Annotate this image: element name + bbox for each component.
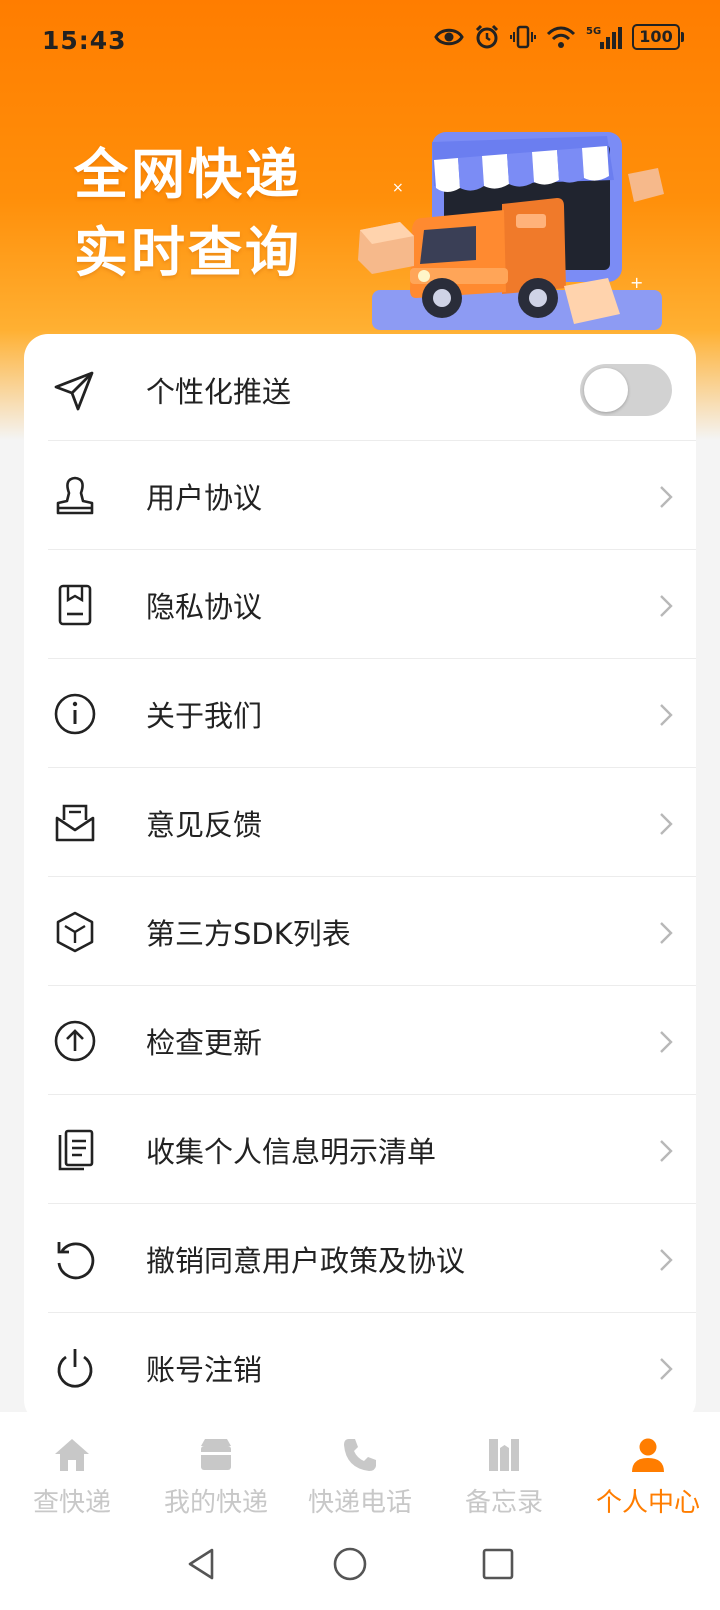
menu-item-label: 意见反馈	[146, 808, 263, 842]
menu-item-label: 关于我们	[146, 699, 263, 733]
menu-item-label: 检查更新	[146, 1026, 263, 1060]
recents-square-icon[interactable]	[478, 1544, 518, 1584]
back-triangle-icon[interactable]	[182, 1544, 222, 1584]
chevron-right-icon	[660, 595, 673, 617]
home-circle-icon[interactable]	[330, 1544, 370, 1584]
user-stamp-icon	[56, 476, 94, 515]
tab-label: 查快递	[32, 1488, 111, 1518]
push-toggle[interactable]	[580, 364, 672, 416]
chevron-right-icon	[660, 1140, 673, 1162]
tab-query-express[interactable]: 查快递	[0, 1412, 144, 1522]
feedback-mail-icon	[55, 804, 95, 842]
menu-item-revoke-consent[interactable]: 撤销同意用户政策及协议	[48, 1203, 696, 1315]
push-row: 个性化推送	[48, 334, 696, 446]
menu-item-sdk-list[interactable]: 第三方SDK列表	[48, 876, 696, 988]
memo-icon	[489, 1439, 519, 1471]
cube-icon	[56, 911, 94, 953]
tab-label: 快递电话	[307, 1488, 412, 1518]
upload-circle-icon	[54, 1020, 96, 1062]
phone-icon	[344, 1439, 376, 1471]
svg-text:×: ×	[392, 180, 404, 196]
menu-item-about[interactable]: 关于我们	[48, 658, 696, 770]
menu-item-info-list[interactable]: 收集个人信息明示清单	[48, 1094, 696, 1206]
chevron-right-icon	[660, 1249, 673, 1271]
tab-express-phone[interactable]: 快递电话	[288, 1412, 432, 1522]
toggle-knob	[584, 368, 628, 412]
home-icon	[55, 1439, 89, 1471]
alarm-icon	[475, 24, 499, 49]
signal-5g-icon: 5G	[586, 26, 622, 49]
bottom-tab-bar: 查快递 我的快递 快递电话 备忘录 个人中心	[0, 1412, 720, 1522]
chevron-right-icon	[660, 922, 673, 944]
package-icon	[201, 1439, 231, 1470]
chevron-right-icon	[660, 1358, 673, 1380]
paper-plane-icon	[54, 371, 94, 411]
menu-item-label: 用户协议	[146, 481, 263, 515]
settings-card: 个性化推送 用户协议 隐私协议 关于我们 意见反馈 第三方SDK列表 检查更新	[24, 334, 696, 1424]
tab-memo[interactable]: 备忘录	[432, 1412, 576, 1522]
delivery-truck-illustration: × +	[358, 132, 664, 330]
system-nav-bar	[0, 1522, 720, 1610]
push-label: 个性化推送	[146, 375, 292, 409]
chevron-right-icon	[660, 704, 673, 726]
status-time: 15:43	[42, 26, 127, 55]
hero-line-2: 实时查询	[74, 221, 302, 284]
hero-line-1: 全网快递	[74, 143, 302, 206]
svg-text:+: +	[630, 273, 643, 292]
wifi-icon	[546, 26, 576, 48]
menu-item-label: 第三方SDK列表	[146, 917, 351, 951]
eye-icon	[434, 28, 464, 46]
tab-personal-center[interactable]: 个人中心	[576, 1412, 720, 1522]
menu-item-delete-account[interactable]: 账号注销	[48, 1312, 696, 1424]
revoke-icon	[57, 1242, 95, 1280]
status-bar: 15:43 5G 100	[0, 0, 720, 84]
menu-item-label: 收集个人信息明示清单	[146, 1135, 437, 1169]
tab-my-express[interactable]: 我的快递	[144, 1412, 288, 1522]
privacy-doc-icon	[58, 584, 92, 626]
document-list-icon	[58, 1129, 94, 1171]
menu-item-privacy[interactable]: 隐私协议	[48, 549, 696, 661]
menu-item-check-update[interactable]: 检查更新	[48, 985, 696, 1097]
svg-text:5G: 5G	[586, 26, 601, 37]
menu-item-user-agreement[interactable]: 用户协议	[48, 440, 696, 552]
power-icon	[57, 1349, 93, 1388]
chevron-right-icon	[660, 1031, 673, 1053]
menu-item-feedback[interactable]: 意见反馈	[48, 767, 696, 879]
hero-title: 全网快递 实时查询	[74, 136, 302, 292]
tab-label: 个人中心	[595, 1488, 700, 1518]
menu-item-label: 账号注销	[146, 1353, 263, 1387]
tab-label: 备忘录	[464, 1488, 543, 1518]
info-icon	[54, 693, 96, 735]
vibrate-icon	[510, 25, 536, 49]
person-icon	[632, 1438, 664, 1472]
menu-item-label: 隐私协议	[146, 590, 263, 624]
battery-icon: 100	[632, 24, 684, 50]
menu-item-label: 撤销同意用户政策及协议	[146, 1244, 466, 1278]
chevron-right-icon	[660, 486, 673, 508]
tab-label: 我的快递	[163, 1488, 268, 1518]
chevron-right-icon	[660, 813, 673, 835]
